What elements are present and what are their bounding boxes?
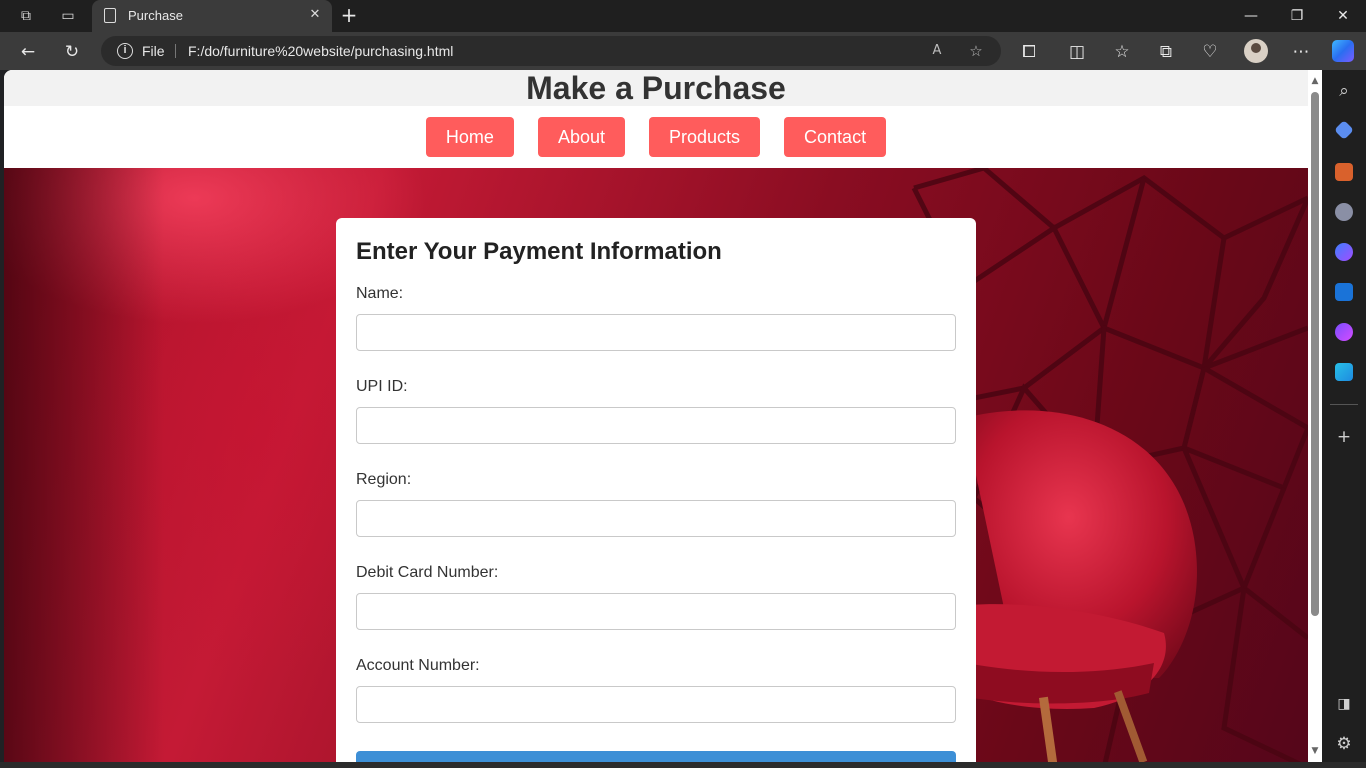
hero-background: Enter Your Payment Information Name: UPI… [4,168,1308,762]
copilot-sidebar-icon[interactable] [1335,243,1353,261]
document-icon [104,8,116,23]
workspaces-icon[interactable]: ⧉ [16,6,36,26]
puzzle-icon[interactable]: ⧠ [1018,41,1040,63]
form-title: Enter Your Payment Information [356,238,722,265]
nav-home-link[interactable]: Home [425,117,514,157]
tag-icon[interactable] [1334,120,1354,140]
search-icon[interactable]: ⌕ [1333,80,1355,102]
browser-tab[interactable]: Purchase ✕ [92,0,332,32]
upi-id-input[interactable] [356,407,956,444]
nav-about-link[interactable]: About [537,117,625,157]
read-aloud-icon[interactable]: A [927,41,947,61]
site-header: Make a Purchase [4,70,1308,106]
minimize-button[interactable]: — [1237,6,1265,26]
sidebar-toggle-icon[interactable]: ◨ [1333,693,1355,715]
close-tab-icon[interactable]: ✕ [306,6,324,24]
sidebar-divider [1330,404,1358,405]
add-icon[interactable]: + [1333,426,1355,448]
designer-icon[interactable] [1335,323,1353,341]
nav-contact-link[interactable]: Contact [784,117,887,157]
more-dots-icon[interactable]: ⋯ [1290,41,1312,63]
region-input[interactable] [356,500,956,537]
scroll-down-icon[interactable]: ▼ [1310,746,1320,756]
url-text[interactable]: F:/do/furniture%20website/purchasing.htm… [188,43,453,59]
scheme-label: File [142,43,165,59]
red-chair-image [944,410,1197,762]
window-bottom-edge [0,762,1366,768]
star-icon[interactable]: ☆ [966,41,986,61]
debit-card-label: Debit Card Number: [356,564,499,581]
copilot-icon[interactable] [1332,40,1354,62]
page-viewport: Make a Purchase Home About Products Cont… [4,70,1308,762]
browser-toolbar: ← ↻ i File F:/do/furniture%20website/pur… [0,32,1366,70]
restore-button[interactable]: ❐ [1283,6,1311,26]
hero-shadow [4,168,164,762]
people-icon[interactable] [1335,203,1353,221]
submit-button[interactable] [356,751,956,762]
name-label: Name: [356,285,404,302]
debit-card-input[interactable] [356,593,956,630]
heart-pulse-icon[interactable]: ♡ [1199,41,1221,63]
name-input[interactable] [356,314,956,351]
account-number-label: Account Number: [356,657,480,674]
new-tab-button[interactable]: + [338,4,360,26]
page-title: Make a Purchase [526,70,786,106]
info-icon[interactable]: i [117,43,133,59]
collections-icon[interactable]: ⧉ [1155,41,1177,63]
main-nav: Home About Products Contact [4,106,1308,168]
toolbox-icon[interactable] [1335,163,1353,181]
browser-title-bar: ⧉ ▭ Purchase ✕ + — ❐ ✕ [0,0,1366,32]
close-window-button[interactable]: ✕ [1329,6,1357,26]
page-scrollbar[interactable]: ▲ ▼ [1308,70,1322,762]
refresh-icon[interactable]: ↻ [61,41,83,63]
payment-form-card: Enter Your Payment Information Name: UPI… [336,218,976,762]
nav-products-link[interactable]: Products [648,117,761,157]
tab-actions-icon[interactable]: ▭ [58,6,78,26]
address-separator [175,44,176,58]
profile-avatar[interactable] [1244,39,1268,63]
drop-icon[interactable] [1335,363,1353,381]
back-arrow-icon[interactable]: ← [17,41,39,63]
scroll-up-icon[interactable]: ▲ [1310,76,1320,86]
address-bar[interactable]: i File F:/do/furniture%20website/purchas… [101,36,1001,66]
scrollbar-thumb[interactable] [1311,92,1319,616]
account-number-input[interactable] [356,686,956,723]
region-label: Region: [356,471,412,488]
tab-title: Purchase [128,8,183,23]
edge-sidebar: ⌕ + ◨ ⚙ [1322,70,1366,768]
outlook-icon[interactable] [1335,283,1353,301]
upi-id-label: UPI ID: [356,378,408,395]
settings-icon[interactable]: ⚙ [1333,733,1355,755]
split-screen-icon[interactable]: ◫ [1066,41,1088,63]
favorites-icon[interactable]: ☆ [1111,41,1133,63]
